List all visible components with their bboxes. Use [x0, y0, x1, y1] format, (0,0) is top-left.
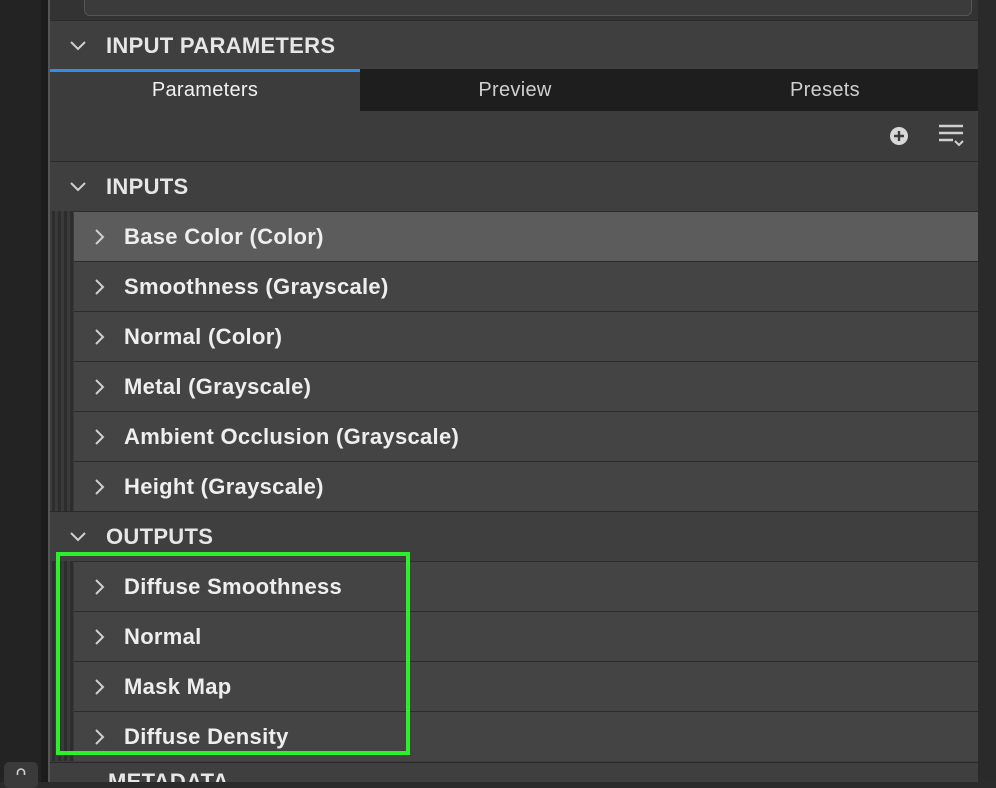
input-item-metal[interactable]: Metal (Grayscale)	[74, 361, 980, 411]
output-item-diffuse-smoothness[interactable]: Diffuse Smoothness	[74, 561, 980, 611]
tab-presets[interactable]: Presets	[670, 69, 980, 111]
top-field[interactable]	[84, 0, 972, 16]
chevron-right-icon	[74, 678, 124, 696]
inputs-list: Base Color (Color) Smoothness (Grayscale…	[50, 211, 980, 511]
chevron-down-icon	[50, 181, 106, 193]
input-label: Metal (Grayscale)	[124, 373, 312, 399]
properties-panel: INPUT PARAMETERS Parameters Preview Pres…	[48, 0, 980, 782]
input-label: Height (Grayscale)	[124, 473, 324, 499]
lock-button[interactable]	[4, 762, 38, 788]
section-title: OUTPUTS	[106, 523, 214, 549]
add-parameter-button[interactable]	[886, 123, 912, 149]
section-inputs[interactable]: INPUTS	[50, 161, 980, 211]
input-label: Base Color (Color)	[124, 223, 324, 249]
chevron-right-icon	[74, 728, 124, 746]
chevron-right-icon	[74, 228, 124, 246]
lock-icon	[16, 768, 26, 775]
chevron-down-icon	[50, 40, 106, 52]
splitter[interactable]	[41, 0, 48, 782]
chevron-right-icon	[74, 428, 124, 446]
tab-preview[interactable]: Preview	[360, 69, 670, 111]
output-item-normal[interactable]: Normal	[74, 611, 980, 661]
input-item-normal[interactable]: Normal (Color)	[74, 311, 980, 361]
input-item-smoothness[interactable]: Smoothness (Grayscale)	[74, 261, 980, 311]
list-menu-button[interactable]	[936, 123, 968, 149]
chevron-right-icon	[74, 328, 124, 346]
output-label: Normal	[124, 623, 202, 649]
output-item-mask-map[interactable]: Mask Map	[74, 661, 980, 711]
top-strip	[50, 0, 980, 20]
chevron-right-icon	[74, 278, 124, 296]
list-menu-icon	[939, 124, 964, 147]
section-title: METADATA	[108, 769, 229, 782]
input-item-height[interactable]: Height (Grayscale)	[74, 461, 980, 511]
chevron-right-icon	[74, 578, 124, 596]
input-item-ambient-occlusion[interactable]: Ambient Occlusion (Grayscale)	[74, 411, 980, 461]
chevron-down-icon	[50, 531, 106, 543]
left-rail	[0, 0, 41, 788]
output-label: Mask Map	[124, 673, 232, 699]
chevron-right-icon	[74, 378, 124, 396]
add-circle-icon	[890, 127, 908, 145]
input-item-base-color[interactable]: Base Color (Color)	[74, 211, 980, 261]
outputs-list: Diffuse Smoothness Normal Mask Map Diffu…	[50, 561, 980, 761]
input-label: Ambient Occlusion (Grayscale)	[124, 423, 460, 449]
chevron-right-icon	[74, 628, 124, 646]
right-edge	[978, 0, 996, 782]
section-outputs[interactable]: OUTPUTS	[50, 511, 980, 561]
section-metadata[interactable]: METADATA	[50, 762, 980, 782]
tab-parameters[interactable]: Parameters	[50, 69, 360, 111]
section-title: INPUT PARAMETERS	[106, 32, 336, 58]
output-item-diffuse-density[interactable]: Diffuse Density	[74, 711, 980, 761]
output-label: Diffuse Density	[124, 723, 289, 749]
section-input-parameters[interactable]: INPUT PARAMETERS	[50, 20, 980, 70]
section-title: INPUTS	[106, 173, 189, 199]
parameters-toolbar	[50, 111, 980, 161]
input-label: Smoothness (Grayscale)	[124, 273, 389, 299]
output-label: Diffuse Smoothness	[124, 573, 343, 599]
tab-bar: Parameters Preview Presets	[50, 69, 980, 111]
chevron-right-icon	[74, 478, 124, 496]
input-label: Normal (Color)	[124, 323, 283, 349]
